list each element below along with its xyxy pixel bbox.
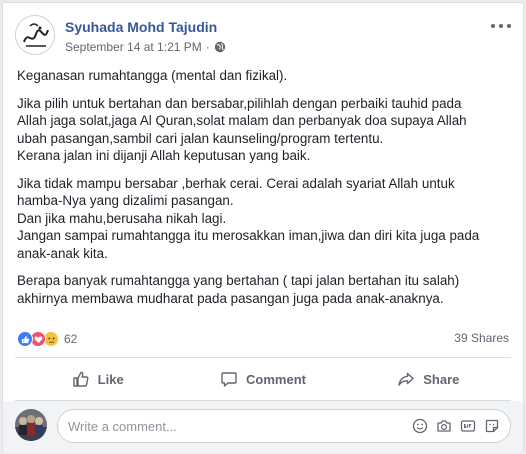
share-icon: [398, 372, 414, 386]
post-card: Syuhada Mohd Tajudin September 14 at 1:2…: [2, 2, 524, 453]
post-paragraph: Jika pilih untuk bertahan dan bersabar,p…: [17, 95, 467, 164]
camera-icon[interactable]: [436, 418, 452, 434]
comment-placeholder: Write a comment...: [68, 418, 177, 434]
post-paragraph: Berapa banyak rumahtangga yang bertahan …: [17, 273, 460, 306]
reaction-count: 62: [64, 332, 78, 346]
post-body: Keganasan rumahtangga (mental dan fizika…: [17, 67, 511, 317]
shares-count[interactable]: 39 Shares: [454, 331, 509, 345]
like-button[interactable]: Like: [15, 361, 180, 397]
comment-input[interactable]: Write a comment...: [57, 409, 511, 443]
comment-composer: Write a comment...: [3, 401, 523, 453]
post-paragraph: Keganasan rumahtangga (mental dan fizika…: [17, 68, 288, 83]
divider: [15, 357, 511, 358]
globe-icon[interactable]: [214, 41, 226, 53]
meta-separator: ·: [205, 40, 210, 54]
author-avatar[interactable]: [15, 15, 55, 55]
reactions-summary[interactable]: 62: [17, 329, 77, 349]
like-icon: [17, 331, 33, 347]
comment-label: Comment: [246, 371, 306, 387]
post-header: Syuhada Mohd Tajudin September 14 at 1:2…: [15, 15, 511, 59]
share-label: Share: [423, 371, 460, 387]
sticker-icon[interactable]: [484, 418, 500, 434]
comment-button[interactable]: Comment: [180, 361, 345, 397]
like-label: Like: [97, 371, 124, 387]
author-name[interactable]: Syuhada Mohd Tajudin: [65, 19, 217, 35]
thumbs-up-icon: [72, 371, 89, 387]
comment-tools: [412, 418, 510, 434]
comment-icon: [221, 372, 237, 387]
post-date[interactable]: September 14 at 1:21 PM: [65, 40, 202, 54]
share-button[interactable]: Share: [346, 361, 511, 397]
gif-icon[interactable]: [460, 418, 476, 434]
post-meta: September 14 at 1:21 PM ·: [65, 40, 226, 54]
emoji-icon[interactable]: [412, 418, 428, 434]
more-options-icon[interactable]: [491, 19, 511, 33]
current-user-avatar[interactable]: [15, 409, 47, 441]
post-paragraph: Jika tidak mampu bersabar ,berhak cerai.…: [17, 175, 480, 261]
action-bar: Like Comment Share: [15, 361, 511, 397]
